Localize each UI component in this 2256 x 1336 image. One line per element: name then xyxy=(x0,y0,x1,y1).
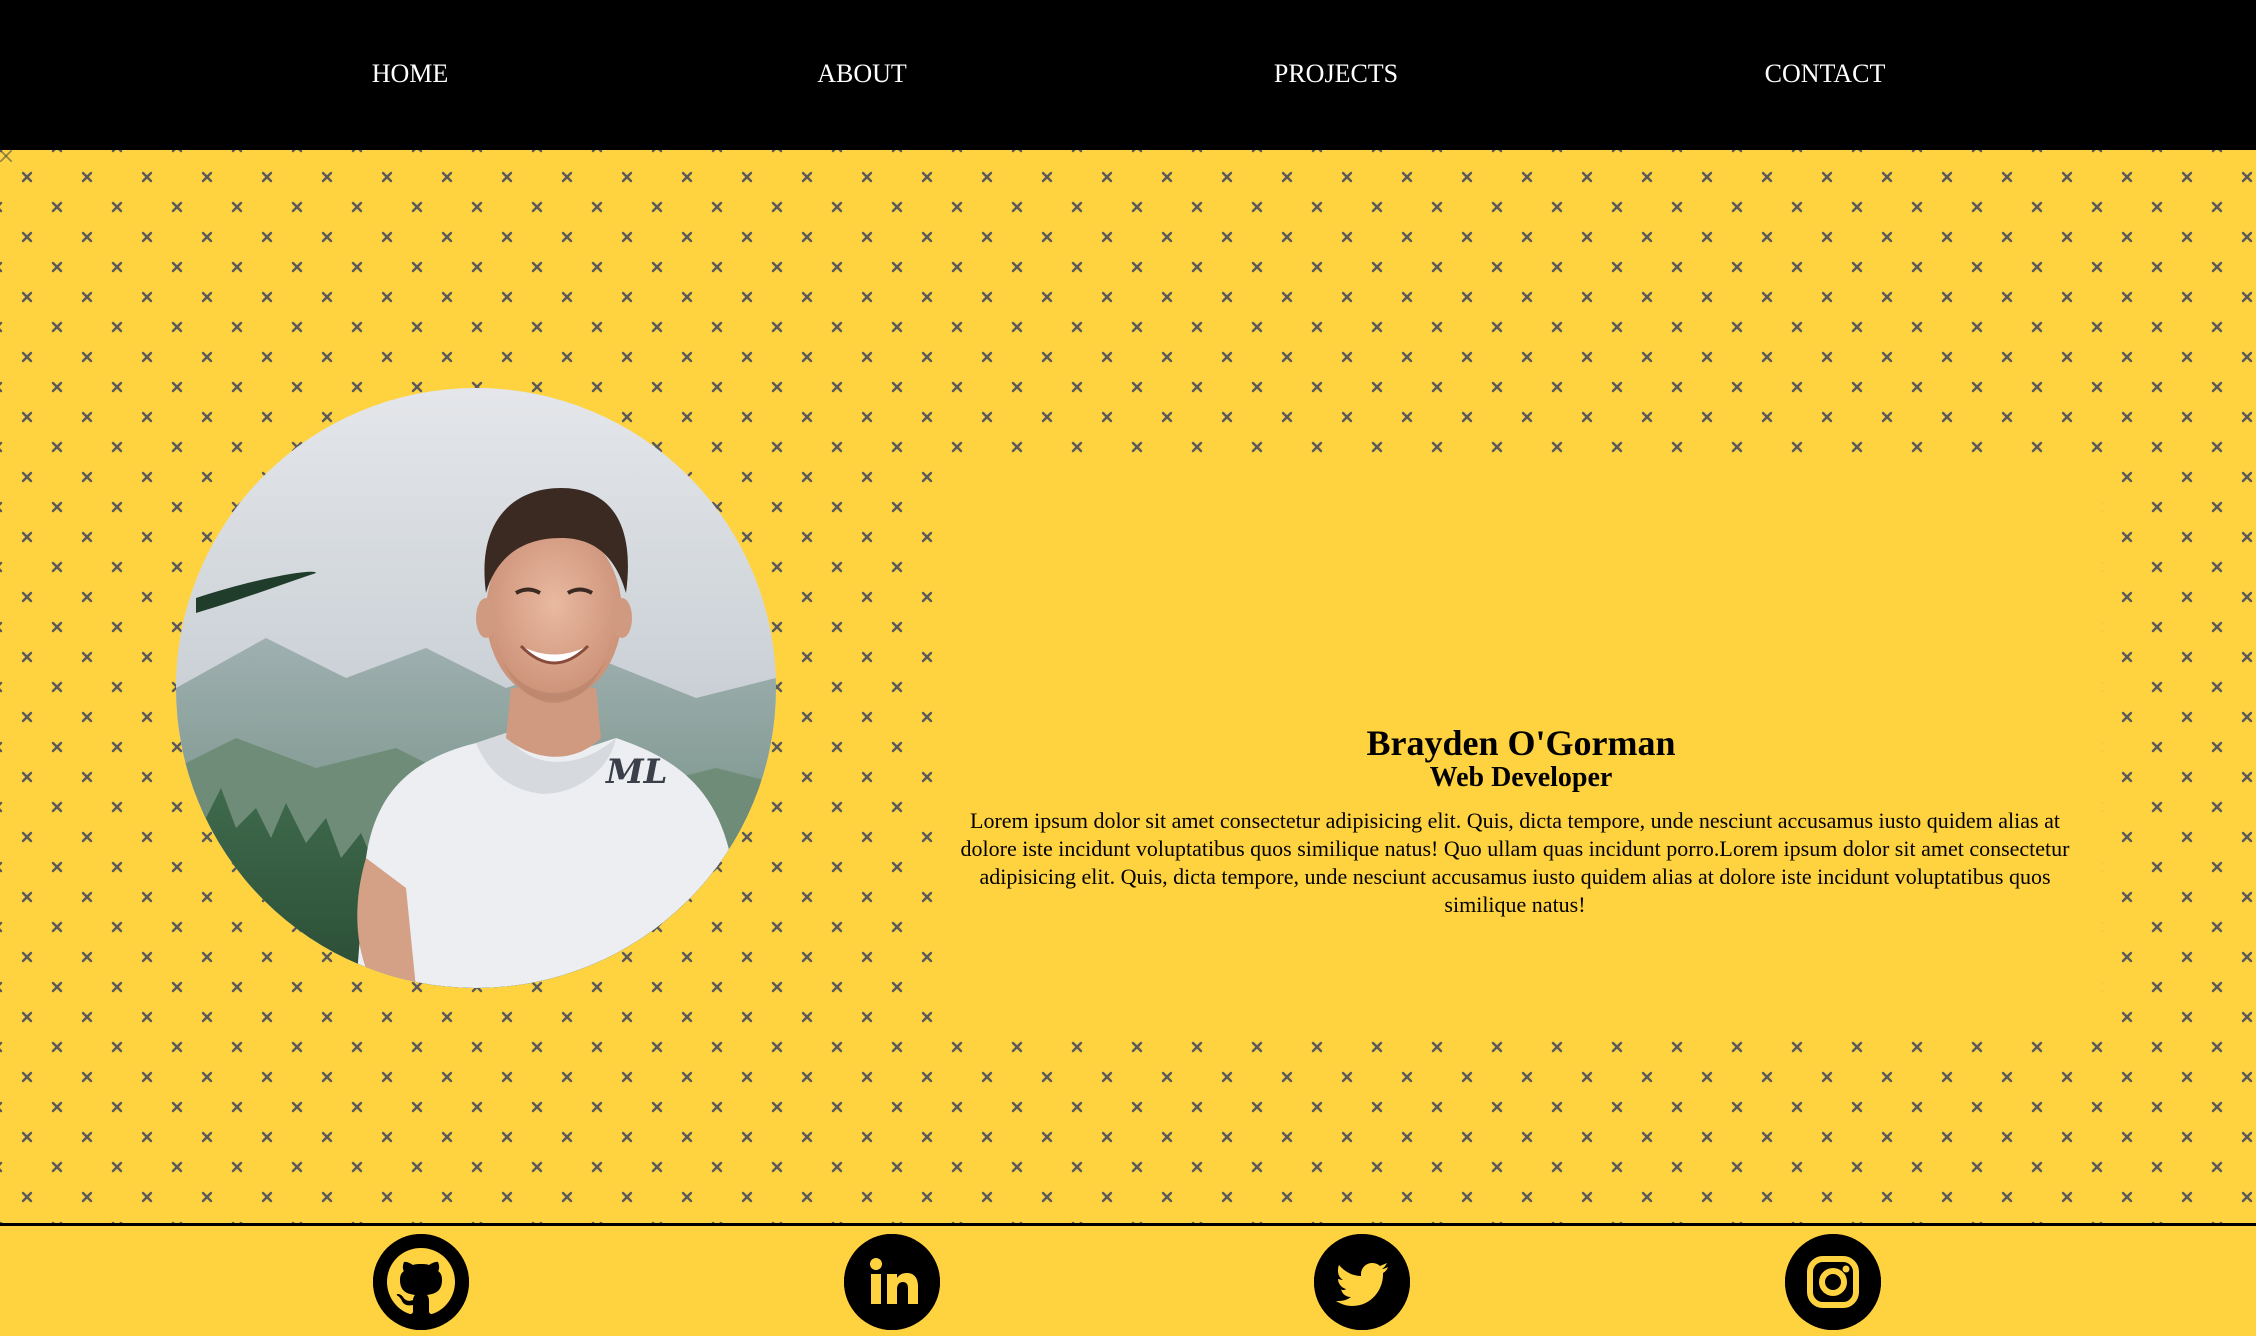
nav-about-link[interactable]: ABOUT xyxy=(817,56,907,92)
linkedin-link[interactable] xyxy=(844,1234,940,1330)
twitter-link[interactable] xyxy=(1314,1234,1410,1330)
profile-photo: ML xyxy=(176,388,776,988)
footer-social-bar xyxy=(0,1223,2256,1336)
github-icon xyxy=(373,1234,469,1330)
instagram-link[interactable] xyxy=(1785,1234,1881,1330)
hero-section: ML Brayden O'Gorman Web Developer Lorem … xyxy=(0,150,2256,1224)
linkedin-icon xyxy=(844,1234,940,1330)
profile-bio: Lorem ipsum dolor sit amet consectetur a… xyxy=(960,808,2070,917)
profile-name: Brayden O'Gorman xyxy=(1366,723,1676,763)
profile-role: Web Developer xyxy=(1429,762,1613,793)
twitter-icon xyxy=(1314,1234,1410,1330)
nav-home-link[interactable]: HOME xyxy=(372,56,449,92)
github-link[interactable] xyxy=(373,1234,469,1330)
instagram-icon xyxy=(1785,1234,1881,1330)
top-navbar: HOME ABOUT PROJECTS CONTACT xyxy=(0,0,2256,150)
nav-projects-link[interactable]: PROJECTS xyxy=(1274,56,1398,92)
profile-info-panel: Brayden O'Gorman Web Developer Lorem ips… xyxy=(940,455,2102,1035)
nav-contact-link[interactable]: CONTACT xyxy=(1765,56,1886,92)
shirt-mark: ML xyxy=(605,752,668,792)
